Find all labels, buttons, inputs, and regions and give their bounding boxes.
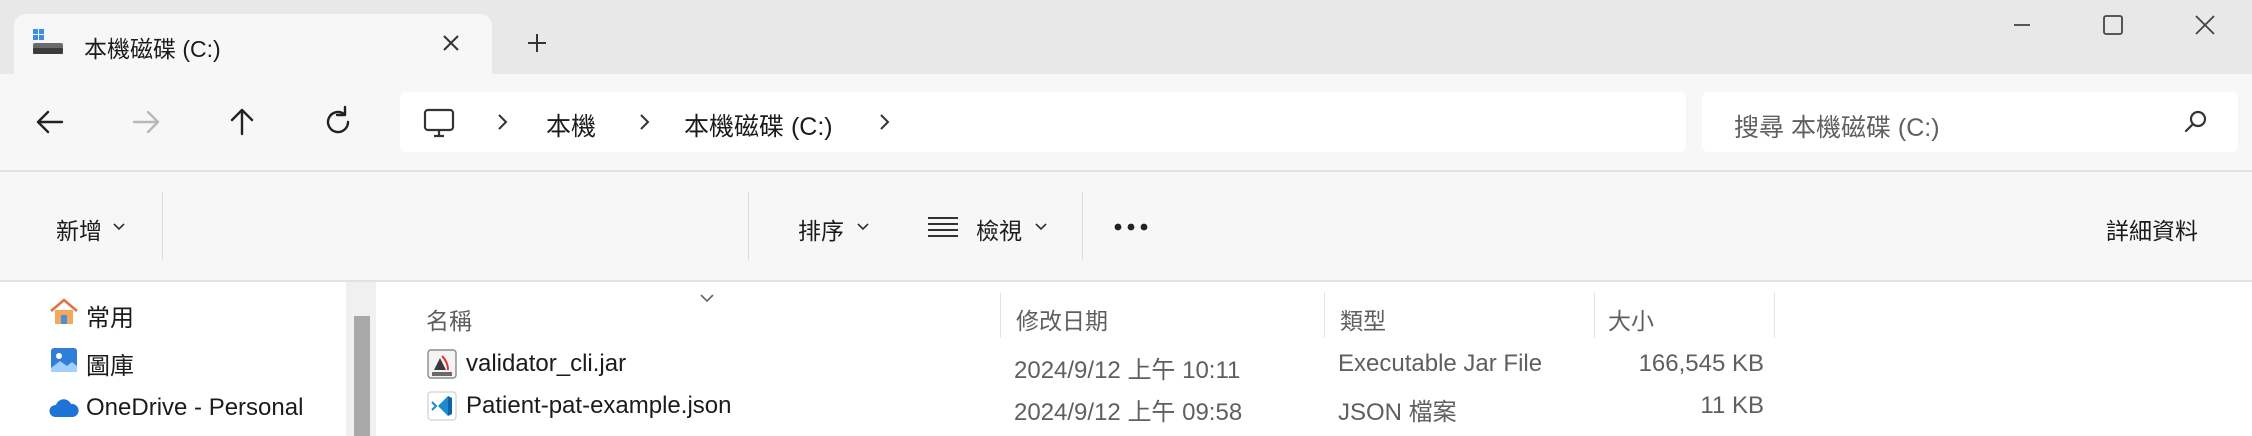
column-separator[interactable]	[1000, 292, 1001, 338]
column-label: 名稱	[426, 308, 472, 334]
file-date: 2024/9/12 上午 10:11	[1014, 357, 1241, 384]
sidebar-scrollbar[interactable]	[346, 282, 376, 436]
scrollbar-thumb[interactable]	[354, 316, 370, 436]
java-jar-icon	[427, 349, 457, 379]
vscode-json-icon	[427, 391, 457, 421]
chevron-down-icon[interactable]	[1034, 222, 1048, 232]
navigation-bar: 本機 本機磁碟 (C:) 搜尋 本機磁碟 (C:)	[0, 74, 2252, 170]
file-size: 11 KB	[1700, 392, 1764, 419]
more-options-icon[interactable]	[1112, 220, 1152, 234]
details-pane-button[interactable]: 詳細資料	[2106, 212, 2198, 246]
search-icon[interactable]	[2182, 108, 2210, 136]
close-window-icon[interactable]	[2174, 10, 2234, 50]
sidebar-item-label: 常用	[86, 305, 134, 332]
breadcrumb-chevron-icon[interactable]	[874, 112, 894, 132]
sort-button[interactable]: 排序	[798, 212, 844, 246]
this-pc-icon[interactable]	[422, 106, 456, 140]
chevron-down-icon[interactable]	[112, 222, 126, 232]
toolbar-separator	[748, 192, 749, 260]
breadcrumb-this-pc[interactable]: 本機	[546, 107, 596, 143]
tab-title: 本機磁碟 (C:)	[84, 36, 221, 62]
new-button[interactable]: 新增	[56, 212, 102, 246]
view-list-icon[interactable]	[926, 214, 960, 240]
file-list: 名稱 修改日期 類型 大小 validator_cli.jar 2024/9/1…	[384, 282, 2252, 436]
tab-active[interactable]: 本機磁碟 (C:)	[14, 14, 492, 74]
breadcrumb-chevron-icon[interactable]	[634, 112, 654, 132]
forward-arrow-icon[interactable]	[124, 100, 168, 144]
file-name[interactable]: validator_cli.jar	[466, 350, 626, 378]
search-placeholder: 搜尋 本機磁碟 (C:)	[1734, 114, 1940, 142]
onedrive-cloud-icon	[49, 399, 79, 417]
column-header-date[interactable]: 修改日期	[1002, 292, 1326, 342]
column-separator[interactable]	[1594, 292, 1595, 338]
column-header-size[interactable]: 大小	[1596, 292, 1776, 342]
file-type: Executable Jar File	[1338, 350, 1543, 377]
sidebar-item-label: 圖庫	[86, 353, 134, 380]
close-tab-icon[interactable]	[436, 28, 466, 58]
column-label: 大小	[1608, 308, 1654, 334]
sidebar-item-home[interactable]: 常用	[48, 294, 348, 332]
command-bar: 新增 排序 檢視 詳細資料	[0, 172, 2252, 280]
breadcrumb-chevron-icon[interactable]	[492, 112, 512, 132]
maximize-icon[interactable]	[2082, 10, 2142, 50]
sidebar-item-label: OneDrive - Personal	[86, 394, 304, 421]
breadcrumb-local-disk[interactable]: 本機磁碟 (C:)	[684, 107, 833, 143]
search-box[interactable]: 搜尋 本機磁碟 (C:)	[1702, 92, 2238, 152]
chevron-down-icon[interactable]	[856, 222, 870, 232]
minimize-icon[interactable]	[1992, 10, 2052, 50]
home-icon	[50, 298, 78, 324]
file-name[interactable]: Patient-pat-example.json	[466, 392, 731, 420]
table-row[interactable]: validator_cli.jar 2024/9/12 上午 10:11 Exe…	[384, 344, 2252, 384]
up-arrow-icon[interactable]	[220, 100, 264, 144]
view-button[interactable]: 檢視	[976, 212, 1022, 246]
navigation-pane: 常用 圖庫 OneDrive - Personal	[0, 282, 376, 436]
column-separator[interactable]	[1774, 292, 1775, 338]
file-type: JSON 檔案	[1338, 399, 1457, 426]
file-size: 166,545 KB	[1638, 350, 1764, 377]
column-header-name[interactable]: 名稱	[384, 292, 1002, 342]
column-separator[interactable]	[1324, 292, 1325, 338]
title-bar: 本機磁碟 (C:)	[0, 0, 2252, 74]
column-label: 修改日期	[1016, 308, 1108, 334]
table-row[interactable]: Patient-pat-example.json 2024/9/12 上午 09…	[384, 386, 2252, 426]
back-arrow-icon[interactable]	[28, 100, 72, 144]
sort-descending-icon	[700, 294, 714, 303]
file-date: 2024/9/12 上午 09:58	[1014, 399, 1243, 426]
toolbar-separator	[1082, 192, 1083, 260]
column-label: 類型	[1340, 308, 1386, 334]
refresh-icon[interactable]	[316, 100, 360, 144]
sidebar-item-gallery[interactable]: 圖庫	[48, 342, 348, 380]
gallery-icon	[51, 348, 77, 372]
address-bar[interactable]: 本機 本機磁碟 (C:)	[400, 92, 1686, 152]
toolbar-separator	[162, 192, 163, 260]
drive-icon	[33, 29, 63, 54]
new-tab-icon[interactable]	[522, 28, 552, 58]
sidebar-item-onedrive[interactable]: OneDrive - Personal	[48, 390, 348, 426]
column-header-type[interactable]: 類型	[1326, 292, 1596, 342]
